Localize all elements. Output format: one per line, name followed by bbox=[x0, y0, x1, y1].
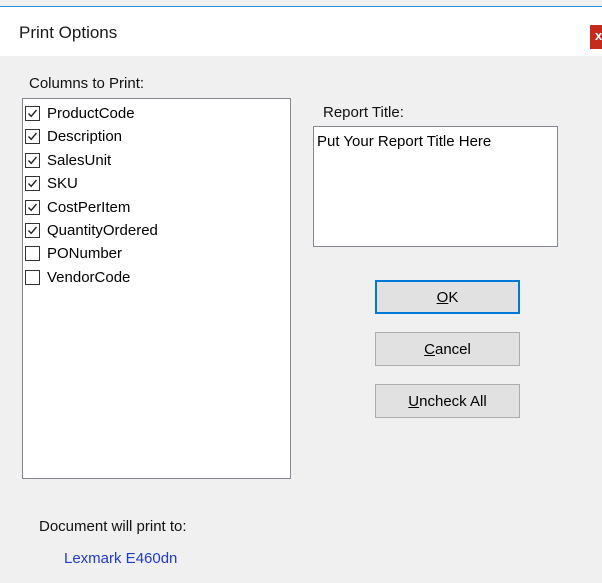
close-button[interactable]: x bbox=[590, 25, 602, 49]
list-item-quantityordered[interactable]: QuantityOrdered bbox=[25, 219, 158, 241]
checkbox-salesunit[interactable] bbox=[25, 152, 40, 168]
list-item-label: SalesUnit bbox=[47, 151, 112, 169]
list-item-label: QuantityOrdered bbox=[47, 221, 158, 239]
checkbox-costperitem[interactable] bbox=[25, 199, 40, 215]
report-title-field[interactable]: Put Your Report Title Here bbox=[313, 126, 558, 247]
list-item-description[interactable]: Description bbox=[25, 125, 122, 147]
list-item-label: PONumber bbox=[47, 244, 123, 262]
uncheck-all-mnemonic: U bbox=[408, 392, 420, 410]
report-title-label: Report Title: bbox=[323, 104, 404, 121]
list-item-sku[interactable]: SKU bbox=[25, 172, 78, 194]
list-item-label: VendorCode bbox=[47, 268, 131, 286]
list-item-salesunit[interactable]: SalesUnit bbox=[25, 149, 111, 171]
list-item-ponumber[interactable]: PONumber bbox=[25, 242, 122, 264]
ok-label-rest: K bbox=[448, 288, 459, 306]
checkbox-sku[interactable] bbox=[25, 175, 40, 191]
list-item-label: SKU bbox=[47, 174, 78, 192]
check-mark-icon bbox=[27, 109, 38, 117]
list-item-label: ProductCode bbox=[47, 104, 135, 122]
list-item-costperitem[interactable]: CostPerItem bbox=[25, 196, 130, 218]
checkbox-quantityordered[interactable] bbox=[25, 222, 40, 238]
list-item-vendorcode[interactable]: VendorCode bbox=[25, 266, 130, 288]
check-mark-icon bbox=[27, 179, 38, 187]
title-bar[interactable]: Print Options bbox=[0, 7, 602, 56]
ok-button[interactable]: OK bbox=[375, 280, 520, 314]
check-mark-icon bbox=[27, 226, 38, 234]
cancel-button[interactable]: Cancel bbox=[375, 332, 520, 366]
uncheck-all-button[interactable]: Uncheck All bbox=[375, 384, 520, 418]
ok-mnemonic: O bbox=[436, 288, 449, 306]
checkbox-description[interactable] bbox=[25, 128, 40, 144]
print-options-dialog: Print Options x Columns to Print: Produc… bbox=[0, 0, 602, 583]
checkbox-ponumber[interactable] bbox=[25, 245, 40, 261]
print-destination-label: Document will print to: bbox=[39, 518, 187, 535]
list-item-productcode[interactable]: ProductCode bbox=[25, 102, 135, 124]
check-mark-icon bbox=[27, 132, 38, 140]
list-item-label: CostPerItem bbox=[47, 198, 131, 216]
cancel-mnemonic: C bbox=[424, 340, 435, 358]
printer-name: Lexmark E460dn bbox=[64, 550, 178, 567]
check-mark-icon bbox=[27, 156, 38, 164]
uncheck-all-label-rest: ncheck All bbox=[419, 392, 487, 410]
columns-listbox[interactable]: ProductCode Description SalesUnit SKU Co… bbox=[22, 98, 291, 479]
cancel-label-rest: ancel bbox=[434, 340, 471, 358]
window-title: Print Options bbox=[19, 23, 118, 42]
checkbox-productcode[interactable] bbox=[25, 105, 40, 121]
check-mark-icon bbox=[27, 203, 38, 211]
checkbox-vendorcode[interactable] bbox=[25, 269, 40, 285]
list-item-label: Description bbox=[47, 127, 123, 145]
columns-to-print-label: Columns to Print: bbox=[29, 75, 145, 92]
